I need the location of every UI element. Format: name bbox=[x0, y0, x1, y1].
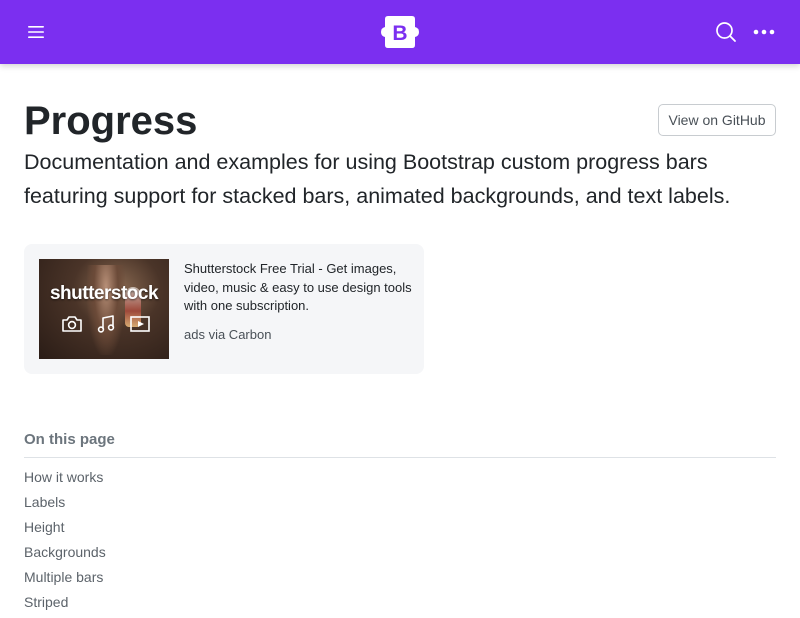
toc-item: Height bbox=[24, 518, 106, 543]
toc-item: Multiple bars bbox=[24, 568, 106, 593]
search-button[interactable] bbox=[710, 16, 742, 48]
toc-link-multiple-bars[interactable]: Multiple bars bbox=[24, 569, 103, 585]
music-note-icon bbox=[97, 315, 115, 333]
toc-link-striped[interactable]: Striped bbox=[24, 594, 68, 610]
video-play-icon bbox=[130, 316, 150, 332]
ad-description-link[interactable]: Shutterstock Free Trial - Get images, vi… bbox=[184, 260, 414, 316]
toc-item: How it works bbox=[24, 468, 106, 493]
more-horizontal-icon bbox=[753, 29, 775, 35]
bootstrap-home-link[interactable]: B bbox=[380, 14, 420, 50]
toc-item: Labels bbox=[24, 493, 106, 518]
ad-image[interactable]: shutterstock bbox=[39, 259, 169, 359]
ad-icon-row bbox=[61, 313, 151, 335]
toc-item: Backgrounds bbox=[24, 543, 106, 568]
page-lead: Documentation and examples for using Boo… bbox=[24, 150, 731, 208]
hamburger-menu-icon bbox=[28, 26, 44, 38]
page-title: Progress bbox=[24, 99, 198, 143]
toc-link-how-it-works[interactable]: How it works bbox=[24, 469, 103, 485]
view-on-github-button[interactable]: View on GitHub bbox=[658, 104, 776, 136]
toc-link-height[interactable]: Height bbox=[24, 519, 64, 535]
bootstrap-logo-icon: B bbox=[381, 16, 419, 48]
carbon-ad: shutterstock Shutterstock Free Trial - G… bbox=[24, 244, 424, 374]
toc-heading: On this page bbox=[24, 431, 115, 448]
ads-via-carbon-link[interactable]: ads via Carbon bbox=[184, 327, 271, 342]
menu-button[interactable] bbox=[20, 16, 52, 48]
search-icon bbox=[716, 22, 736, 42]
toc-link-labels[interactable]: Labels bbox=[24, 494, 65, 510]
ad-photo-figure bbox=[87, 265, 125, 355]
toc-divider bbox=[24, 457, 776, 458]
top-navbar: B bbox=[0, 0, 800, 64]
toc-item: Striped bbox=[24, 593, 106, 618]
camera-icon bbox=[62, 316, 82, 332]
more-options-button[interactable] bbox=[748, 16, 780, 48]
ad-brand-logo: shutterstock bbox=[49, 283, 159, 304]
toc-list: How it works Labels Height Backgrounds M… bbox=[24, 468, 106, 618]
toc-link-backgrounds[interactable]: Backgrounds bbox=[24, 544, 106, 560]
brand-letter: B bbox=[392, 22, 407, 45]
